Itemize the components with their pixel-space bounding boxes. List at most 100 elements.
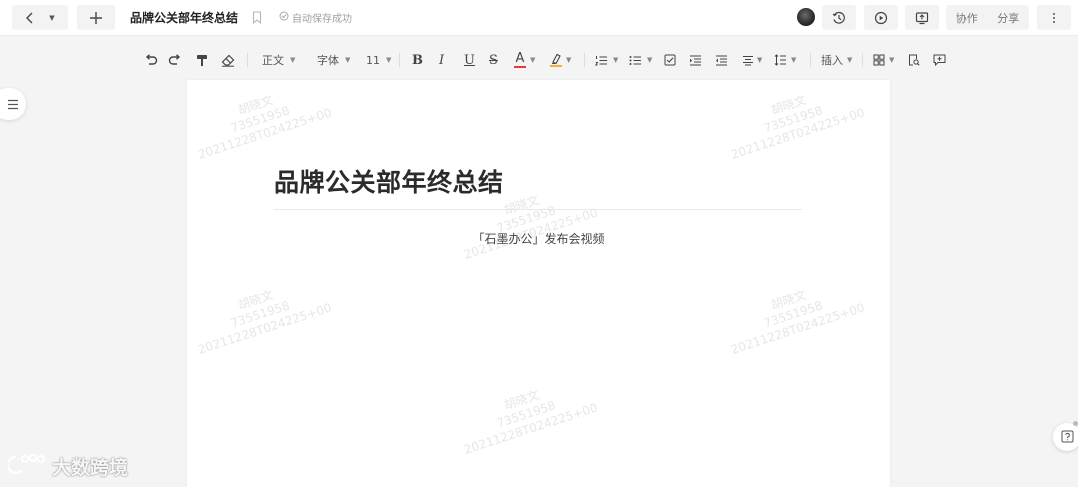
line-spacing-button[interactable]: ▼ [774,52,796,68]
play-circle-icon [874,11,888,25]
toolbar-divider [584,53,585,67]
watermark-timestamp: 20211228T024225+00 [729,300,867,357]
chevron-down-icon: ▼ [847,56,853,64]
highlight-color-button[interactable]: ▼ [550,52,571,68]
collab-share-group: 协作 分享 [946,5,1029,30]
indent-decrease-button[interactable] [715,52,728,68]
insert-menu[interactable]: 插入 ▼ [821,52,852,68]
help-button[interactable] [1053,423,1078,451]
toolbar-divider [862,53,863,67]
font-color-label: A [515,50,525,66]
insert-label: 插入 [821,54,843,67]
watermark: 胡晓文 73551958 20211228T024225+00 [187,272,334,358]
format-painter-icon[interactable] [196,52,208,68]
watermark-timestamp: 20211228T024225+00 [196,105,334,162]
bullet-list-button[interactable]: ▼ [629,52,652,68]
table-insert-button[interactable]: ▼ [873,52,894,68]
font-family-select[interactable]: 字体 ▼ [317,52,350,68]
more-vertical-icon [1052,12,1056,24]
plus-icon [89,11,103,25]
find-replace-button[interactable] [908,52,920,68]
clear-format-icon[interactable] [221,52,235,68]
watermark-id: 73551958 [761,298,825,331]
watermark-name: 胡晓文 [769,287,808,313]
chevron-down-icon: ▼ [290,56,296,64]
new-doc-button[interactable] [77,5,115,30]
collaborate-button[interactable]: 协作 [946,10,988,26]
watermark-name: 胡晓文 [236,92,275,118]
bookmark-icon[interactable] [252,9,262,28]
font-size-select[interactable]: 11 ▼ [366,52,391,68]
indent-increase-button[interactable] [689,52,702,68]
present-button[interactable] [864,5,898,30]
undo-icon[interactable] [144,52,158,68]
chevron-down-icon: ▼ [566,56,572,64]
watermark-id: 73551958 [228,103,292,136]
toolbar-divider [399,53,400,67]
underline-button[interactable]: U [464,52,475,68]
line-spacing-icon [774,54,787,66]
document-title[interactable]: 品牌公关部年终总结 [130,9,238,26]
brand-logo-icon [6,453,48,480]
watermark-timestamp: 20211228T024225+00 [462,400,600,457]
chevron-down-icon: ▼ [345,56,351,64]
top-bar: ▼ 品牌公关部年终总结 自动保存成功 协作 分享 [0,0,1078,36]
menu-lines-icon [7,95,19,114]
document-page[interactable]: 胡晓文 73551958 20211228T024225+00 胡晓文 7355… [187,80,890,487]
paragraph-style-value: 正文 [262,54,284,67]
history-button[interactable] [822,5,856,30]
chevron-down-icon: ▼ [530,56,536,64]
italic-button[interactable]: I [439,52,444,68]
checkbox-icon [664,54,676,66]
font-size-value: 11 [366,53,380,67]
align-center-icon [742,55,754,66]
autosave-text: 自动保存成功 [292,14,352,25]
font-color-swatch [514,65,526,68]
redo-icon[interactable] [168,52,182,68]
align-button[interactable]: ▼ [742,52,762,68]
brand-watermark: 大数跨境 [6,453,129,480]
font-color-button[interactable]: A ▼ [514,52,535,68]
heading-divider [274,209,802,210]
indent-increase-icon [689,55,702,66]
doc-search-icon [908,54,920,66]
ordered-list-button[interactable]: ▼ [595,52,618,68]
chevron-down-icon: ▼ [386,56,392,64]
avatar[interactable] [797,8,815,26]
watermark-id: 73551958 [494,398,558,431]
more-menu-button[interactable] [1037,5,1071,30]
chevron-down-icon: ▼ [613,56,619,64]
chevron-down-icon: ▼ [757,56,763,64]
chevron-down-icon: ▼ [647,56,653,64]
font-family-value: 字体 [317,54,339,67]
bold-button[interactable]: B [412,52,423,68]
watermark: 胡晓文 73551958 20211228T024225+00 [187,77,334,163]
watermark-name: 胡晓文 [236,287,275,313]
highlight-color-swatch [550,65,562,67]
outline-toggle-button[interactable] [0,88,26,120]
share-screen-button[interactable] [905,5,939,30]
document-heading[interactable]: 品牌公关部年终总结 [274,163,504,199]
watermark: 胡晓文 73551958 20211228T024225+00 [720,77,867,163]
watermark: 胡晓文 73551958 20211228T024225+00 [720,272,867,358]
comment-add-icon [933,54,946,66]
ordered-list-icon [595,55,608,66]
highlighter-icon [550,53,562,64]
check-circle-icon [279,11,289,24]
brand-text: 大数跨境 [52,457,129,479]
checklist-button[interactable] [664,52,676,68]
watermark-timestamp: 20211228T024225+00 [196,300,334,357]
grid-icon [873,54,885,66]
chevron-down-icon: ▼ [889,56,895,64]
watermark-id: 73551958 [228,298,292,331]
chevron-left-icon[interactable] [25,12,35,24]
share-button[interactable]: 分享 [988,10,1030,26]
history-dropdown-icon[interactable]: ▼ [49,14,54,22]
strikethrough-button[interactable]: S [489,52,498,68]
back-button-group[interactable]: ▼ [12,5,68,30]
document-paragraph[interactable]: 「石墨办公」发布会视频 [187,230,890,247]
watermark-id: 73551958 [761,103,825,136]
paragraph-style-select[interactable]: 正文 ▼ [262,52,295,68]
help-icon [1061,428,1074,447]
add-comment-button[interactable] [933,52,946,68]
